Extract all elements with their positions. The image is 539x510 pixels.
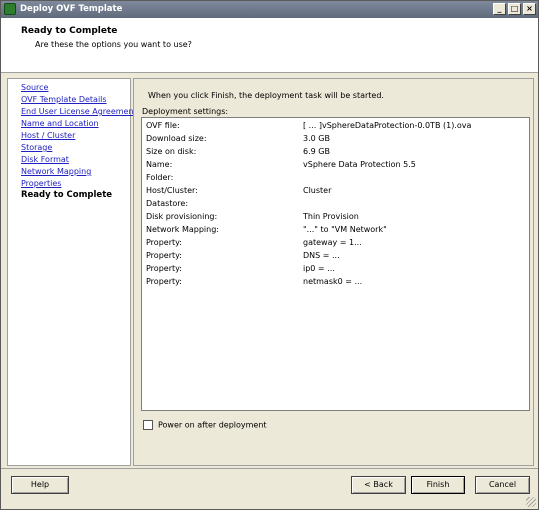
settings-row: Disk provisioning: Thin Provision (146, 212, 359, 221)
nav-step-storage[interactable]: Storage (21, 143, 52, 152)
settings-row: Host/Cluster: Cluster (146, 186, 332, 195)
nav-step-network-mapping[interactable]: Network Mapping (21, 167, 91, 176)
window-title: Deploy OVF Template (20, 4, 123, 14)
wizard-steps-nav: Source OVF Template Details End User Lic… (7, 78, 137, 466)
nav-step-name-and-location[interactable]: Name and Location (21, 119, 99, 128)
power-on-checkbox[interactable] (143, 420, 153, 430)
settings-row: Network Mapping: "..." to "VM Network" (146, 225, 387, 234)
settings-row: Folder: (146, 173, 174, 182)
settings-row: Property: netmask0 = ... (146, 277, 363, 286)
close-button[interactable]: × (523, 3, 536, 15)
finish-button[interactable]: Finish (411, 476, 465, 494)
settings-row: Size on disk: 6.9 GB (146, 147, 330, 156)
cancel-button[interactable]: Cancel (475, 476, 530, 494)
nav-step-disk-format[interactable]: Disk Format (21, 155, 69, 164)
resize-grip[interactable] (526, 497, 536, 507)
page-subtitle: Are these the options you want to use? (35, 40, 192, 49)
settings-row: Download size: 3.0 GB (146, 134, 330, 143)
nav-step-ovf-template-details[interactable]: OVF Template Details (21, 95, 107, 104)
nav-step-eula[interactable]: End User License Agreement (21, 107, 137, 116)
footer-divider (1, 468, 538, 469)
back-button[interactable]: < Back (351, 476, 406, 494)
deploy-ovf-window: Deploy OVF Template _ □ × Ready to Compl… (0, 0, 539, 510)
page-title: Ready to Complete (21, 26, 118, 36)
nav-step-properties[interactable]: Properties (21, 179, 61, 188)
help-button[interactable]: Help (11, 476, 69, 494)
settings-row: Datastore: (146, 199, 189, 208)
title-bar[interactable]: Deploy OVF Template _ □ × (1, 1, 538, 18)
main-panel: When you click Finish, the deployment ta… (133, 78, 534, 466)
vsphere-app-icon (4, 3, 16, 15)
settings-row: Property: ip0 = ... (146, 264, 335, 273)
deployment-settings-label: Deployment settings: (142, 107, 229, 116)
deployment-settings-list[interactable]: OVF file:[ ... ]vSphereDataProtection-0.… (141, 117, 530, 411)
settings-row: Property: gateway = 1... (146, 238, 362, 247)
power-on-option[interactable]: Power on after deployment (143, 420, 267, 430)
power-on-label[interactable]: Power on after deployment (158, 421, 267, 430)
wizard-header: Ready to Complete Are these the options … (1, 18, 538, 73)
maximize-button[interactable]: □ (508, 3, 521, 15)
settings-row: OVF file:[ ... ]vSphereDataProtection-0.… (146, 121, 472, 130)
minimize-button[interactable]: _ (493, 3, 506, 15)
settings-row: Property: DNS = ... (146, 251, 340, 260)
settings-row: Name: vSphere Data Protection 5.5 (146, 160, 416, 169)
finish-intro-text: When you click Finish, the deployment ta… (148, 91, 384, 100)
nav-step-host-cluster[interactable]: Host / Cluster (21, 131, 75, 140)
nav-step-source[interactable]: Source (21, 83, 48, 92)
nav-step-ready-to-complete: Ready to Complete (21, 190, 113, 200)
